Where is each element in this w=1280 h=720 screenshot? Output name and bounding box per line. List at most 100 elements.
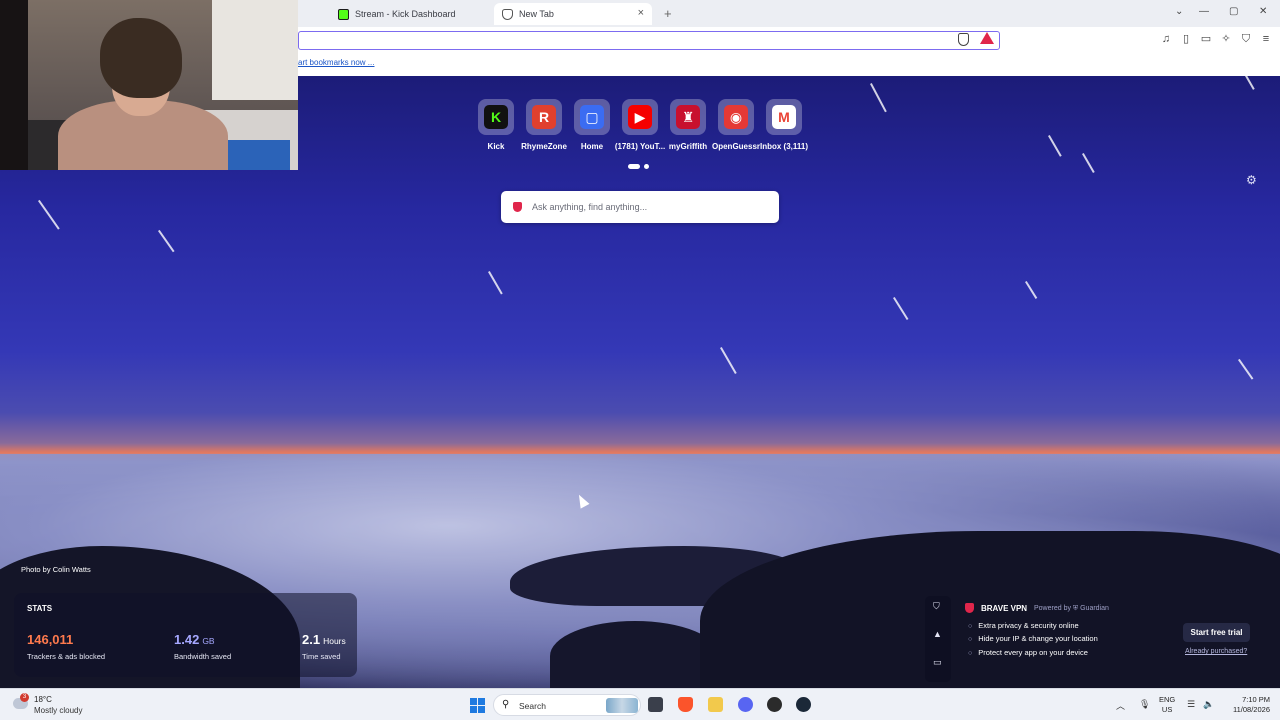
- meteor-streak: [893, 297, 909, 321]
- webcam-person-hair: [100, 18, 182, 98]
- meteor-streak: [1082, 153, 1095, 174]
- import-bookmarks-link[interactable]: art bookmarks now ...: [298, 58, 374, 67]
- meteor-streak: [38, 200, 60, 230]
- webcam-overlay: [0, 0, 298, 170]
- tab-search-dropdown-icon[interactable]: ⌄: [1175, 6, 1183, 17]
- top-site-tile[interactable]: R: [526, 99, 562, 135]
- brave-browser-icon[interactable]: [678, 697, 693, 712]
- discord-icon[interactable]: [738, 697, 753, 712]
- meteor-streak: [158, 230, 175, 253]
- kick-icon: K: [484, 105, 508, 129]
- griffith-icon: ♜: [676, 105, 700, 129]
- top-site-inbox-3-111[interactable]: M Inbox (3,111): [760, 99, 808, 151]
- microphone-icon[interactable]: 🎙: [1139, 699, 1150, 710]
- brave-rewards-icon[interactable]: [980, 32, 994, 44]
- top-site-label: Kick: [487, 142, 505, 151]
- top-site-label: RhymeZone: [521, 142, 567, 151]
- webcam-window: [212, 0, 298, 100]
- clock-date: 11/08/2026: [1233, 705, 1270, 714]
- top-site-label: myGriffith: [668, 142, 708, 151]
- tray-chevron-icon[interactable]: ︿: [1116, 699, 1125, 712]
- stat-trackers-value: 146,011: [27, 632, 74, 647]
- volume-icon[interactable]: 🔈: [1203, 699, 1214, 710]
- top-site-tile[interactable]: ◉: [718, 99, 754, 135]
- top-site-rhymezone[interactable]: R RhymeZone: [521, 99, 567, 151]
- wifi-icon[interactable]: ☰: [1187, 699, 1195, 710]
- stat-bandwidth-unit: GB: [202, 636, 215, 646]
- clock-time: 7:10 PM: [1242, 695, 1270, 704]
- menu-icon[interactable]: ≡: [1260, 33, 1272, 45]
- top-site-tile[interactable]: ♜: [670, 99, 706, 135]
- search-box[interactable]: Ask anything, find anything...: [501, 191, 779, 223]
- sidebar-icon[interactable]: ▯: [1180, 33, 1192, 45]
- stat-time-label: Time saved: [302, 652, 341, 661]
- brave-shields-icon[interactable]: [958, 33, 969, 46]
- meteor-streak: [1245, 76, 1255, 90]
- stat-time-unit: Hours: [323, 636, 346, 646]
- windows-start-icon[interactable]: [470, 698, 485, 713]
- steam-icon[interactable]: [796, 697, 811, 712]
- minimize-button[interactable]: —: [1199, 6, 1209, 17]
- tab-new-tab[interactable]: New Tab ×: [494, 3, 652, 25]
- stat-trackers: 146,011 Trackers & ads blocked: [27, 631, 105, 661]
- start-free-trial-button[interactable]: Start free trial: [1183, 623, 1250, 642]
- top-site-mygriffith[interactable]: ♜ myGriffith: [668, 99, 708, 151]
- leo-ai-icon[interactable]: ✧: [1220, 33, 1232, 45]
- windows-taskbar: 3 18°C Mostly cloudy ⚲ Search ︿ ENG US 🎙…: [0, 688, 1280, 720]
- maximize-button[interactable]: ▢: [1229, 6, 1238, 17]
- meteor-streak: [720, 347, 737, 374]
- top-sites-pager[interactable]: [628, 164, 649, 169]
- vpn-feature: Extra privacy & security online: [968, 621, 1078, 630]
- tab-label: Stream - Kick Dashboard: [355, 9, 456, 19]
- top-site-openguessr[interactable]: ◉ OpenGuessr: [712, 99, 760, 151]
- stat-bandwidth-value: 1.42: [174, 632, 200, 647]
- top-site-tile[interactable]: ▶: [622, 99, 658, 135]
- media-icon[interactable]: ♫: [1160, 33, 1172, 45]
- top-site-1781-yout[interactable]: ▶ (1781) YouT...: [615, 99, 665, 151]
- top-site-tile[interactable]: ▢: [574, 99, 610, 135]
- language-indicator[interactable]: ENG US: [1159, 695, 1175, 715]
- vpn-feature: Hide your IP & change your location: [968, 634, 1098, 643]
- top-site-kick[interactable]: K Kick: [476, 99, 516, 151]
- address-bar[interactable]: [298, 31, 1000, 50]
- task-view-icon[interactable]: [648, 697, 663, 712]
- weather-temperature[interactable]: 18°C: [34, 695, 52, 704]
- meteor-streak: [870, 83, 887, 113]
- clock[interactable]: 7:10 PM 11/08/2026: [1226, 695, 1270, 715]
- stat-bandwidth: 1.42 GB Bandwidth saved: [174, 631, 231, 661]
- rewards-icon[interactable]: ▲: [933, 629, 942, 639]
- close-tab-icon[interactable]: ×: [638, 7, 644, 19]
- meteor-streak: [488, 271, 503, 295]
- new-tab-button[interactable]: +: [664, 6, 672, 21]
- already-purchased-link[interactable]: Already purchased?: [1185, 648, 1247, 655]
- search-placeholder: Ask anything, find anything...: [532, 202, 648, 212]
- wallet-icon[interactable]: ▭: [1200, 33, 1212, 45]
- roblox-icon: ▢: [580, 105, 604, 129]
- top-sites: K Kick R RhymeZone ▢ Home ▶ (1781) YouT... ♜ myGr…: [476, 99, 808, 151]
- kick-icon: [338, 8, 349, 20]
- stat-time: 2.1 Hours Time saved: [302, 631, 346, 661]
- top-site-home[interactable]: ▢ Home: [572, 99, 612, 151]
- top-site-tile[interactable]: M: [766, 99, 802, 135]
- close-window-button[interactable]: ✕: [1259, 6, 1267, 17]
- taskbar-search[interactable]: ⚲ Search: [493, 694, 641, 716]
- brave-icon: [502, 8, 513, 20]
- top-site-label: OpenGuessr: [712, 142, 761, 151]
- top-site-label: Home: [580, 142, 604, 151]
- stat-time-value: 2.1: [302, 632, 321, 647]
- weather-condition[interactable]: Mostly cloudy: [34, 706, 82, 715]
- vpn-icon[interactable]: ⛉: [1240, 33, 1252, 45]
- settings-gear-icon[interactable]: ⚙: [1246, 173, 1257, 187]
- brave-vpn-card: ⛉ ▲ ▭ BRAVE VPN Powered by ⛨ Guardian Ex…: [925, 596, 1260, 682]
- openguessr-icon: ◉: [724, 105, 748, 129]
- photo-credit[interactable]: Photo by Colin Watts: [21, 565, 91, 574]
- wallet-icon[interactable]: ▭: [933, 657, 942, 668]
- obs-icon[interactable]: [767, 697, 782, 712]
- pager-dot-active[interactable]: [628, 164, 640, 169]
- tab-kick-dashboard[interactable]: Stream - Kick Dashboard: [330, 3, 488, 25]
- brave-search-icon: [513, 202, 522, 212]
- pager-dot[interactable]: [644, 164, 649, 169]
- file-explorer-icon[interactable]: [708, 697, 723, 712]
- top-site-tile[interactable]: K: [478, 99, 514, 135]
- shield-icon[interactable]: ⛉: [933, 601, 940, 612]
